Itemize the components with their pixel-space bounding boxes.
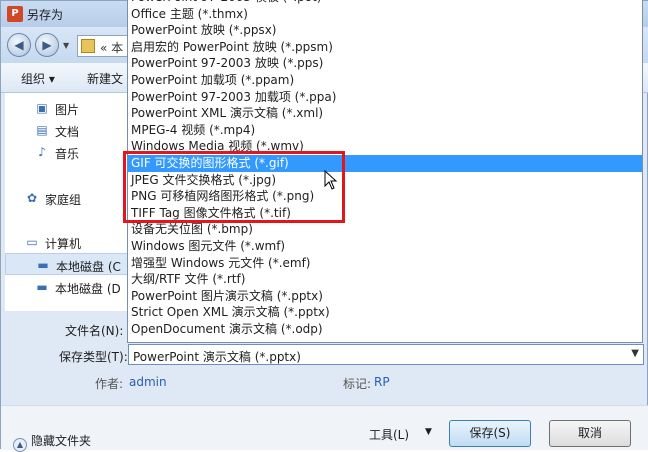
filetype-option[interactable]: PowerPoint XML 演示文稿 (*.xml) xyxy=(128,105,642,122)
homegroup-icon: ✿ xyxy=(26,191,38,205)
filetype-option[interactable]: PowerPoint 图片演示文稿 (*.pptx) xyxy=(128,288,642,305)
drive-icon: ▬ xyxy=(36,280,48,294)
filetype-option[interactable]: 大纲/RTF 文件 (*.rtf) xyxy=(128,271,642,288)
tools-button[interactable]: 工具(L) xyxy=(369,426,409,443)
navigation-pane: ▣ 图片 ▤ 文档 ♪ 音乐 ✿ 家庭组 ▭ 计算机 ▬ 本地磁盘 (C ▬ 本… xyxy=(5,93,129,311)
sidebar-item-label: 图片 xyxy=(55,103,80,117)
chevron-down-icon: ▼ xyxy=(631,348,639,359)
tools-dropdown-arrow-icon[interactable]: ▼ xyxy=(425,427,432,437)
pictures-icon: ▣ xyxy=(36,101,48,115)
music-icon: ♪ xyxy=(38,145,46,159)
computer-icon: ▭ xyxy=(26,235,38,249)
powerpoint-icon: P xyxy=(7,6,23,22)
folder-icon xyxy=(81,39,95,53)
sidebar-item-label: 本地磁盘 (C xyxy=(56,260,121,274)
address-text: « 本 xyxy=(100,41,124,55)
filetype-option[interactable]: Office 主题 (*.thmx) xyxy=(128,6,642,23)
address-bar[interactable]: « 本 xyxy=(77,35,131,57)
back-arrow-icon[interactable]: ◀ xyxy=(7,33,31,57)
filetype-label: 保存类型(T): xyxy=(59,350,128,364)
author-value[interactable]: admin xyxy=(129,375,167,389)
hide-folders-label: 隐藏文件夹 xyxy=(31,434,92,448)
dialog-footer: ▲ 隐藏文件夹 工具(L) ▼ 保存(S) 取消 xyxy=(1,405,648,452)
hide-folders-toggle[interactable]: ▲ 隐藏文件夹 xyxy=(13,432,91,452)
forward-arrow-icon[interactable]: ▶ xyxy=(35,33,59,57)
sidebar-item-music[interactable]: ♪ 音乐 xyxy=(5,141,128,163)
filetype-option[interactable]: PowerPoint 放映 (*.ppsx) xyxy=(128,22,642,39)
tags-value[interactable]: RP xyxy=(374,375,390,389)
sidebar-item-drive-c[interactable]: ▬ 本地磁盘 (C xyxy=(5,253,128,275)
sidebar-item-label: 本地磁盘 (D xyxy=(55,282,121,296)
sidebar-item-computer[interactable]: ▭ 计算机 xyxy=(5,231,128,253)
sidebar-item-pictures[interactable]: ▣ 图片 xyxy=(5,97,128,119)
filetype-value: PowerPoint 演示文稿 (*.pptx) xyxy=(133,350,301,364)
filetype-option[interactable]: 启用宏的 PowerPoint 放映 (*.ppsm) xyxy=(128,39,642,56)
author-label: 作者: xyxy=(95,377,124,391)
filetype-option[interactable]: Strict Open XML 演示文稿 (*.pptx) xyxy=(128,304,642,321)
recent-pages-chevron-icon[interactable]: ▼ xyxy=(63,41,69,50)
sidebar-item-label: 文档 xyxy=(55,125,80,139)
filetype-option[interactable]: 增强型 Windows 元文件 (*.emf) xyxy=(128,255,642,272)
sidebar-item-label: 计算机 xyxy=(45,237,82,251)
filetype-option[interactable]: MPEG-4 视频 (*.mp4) xyxy=(128,122,642,139)
window-title: 另存为 xyxy=(27,8,64,22)
new-folder-button[interactable]: 新建文 xyxy=(87,70,123,87)
cancel-button[interactable]: 取消 xyxy=(549,420,631,447)
annotation-highlight-box xyxy=(123,151,345,223)
sidebar-item-homegroup[interactable]: ✿ 家庭组 xyxy=(5,187,128,209)
documents-icon: ▤ xyxy=(36,123,48,137)
sidebar-item-label: 音乐 xyxy=(55,147,80,161)
filetype-option[interactable]: 设备无关位图 (*.bmp) xyxy=(128,221,642,238)
sidebar-item-label: 家庭组 xyxy=(45,193,82,207)
filetype-option[interactable]: Windows 图元文件 (*.wmf) xyxy=(128,238,642,255)
filetype-select[interactable]: PowerPoint 演示文稿 (*.pptx) ▼ xyxy=(128,344,644,365)
filetype-option[interactable]: PowerPoint 加载项 (*.ppam) xyxy=(128,72,642,89)
filetype-option[interactable]: OpenDocument 演示文稿 (*.odp) xyxy=(128,321,642,338)
sidebar-item-drive-d[interactable]: ▬ 本地磁盘 (D xyxy=(5,276,128,298)
drive-icon: ▬ xyxy=(37,258,49,272)
save-button[interactable]: 保存(S) xyxy=(449,420,531,447)
filename-label: 文件名(N): xyxy=(65,324,124,338)
mouse-pointer-icon xyxy=(324,170,338,190)
organize-button[interactable]: 组织 ▾ xyxy=(21,70,55,87)
chevron-up-icon: ▲ xyxy=(13,438,27,452)
tags-label: 标记: xyxy=(343,377,372,391)
filetype-option[interactable]: PowerPoint 97-2003 加载项 (*.ppa) xyxy=(128,89,642,106)
filetype-option[interactable]: PowerPoint 97-2003 放映 (*.pps) xyxy=(128,55,642,72)
sidebar-item-documents[interactable]: ▤ 文档 xyxy=(5,119,128,141)
